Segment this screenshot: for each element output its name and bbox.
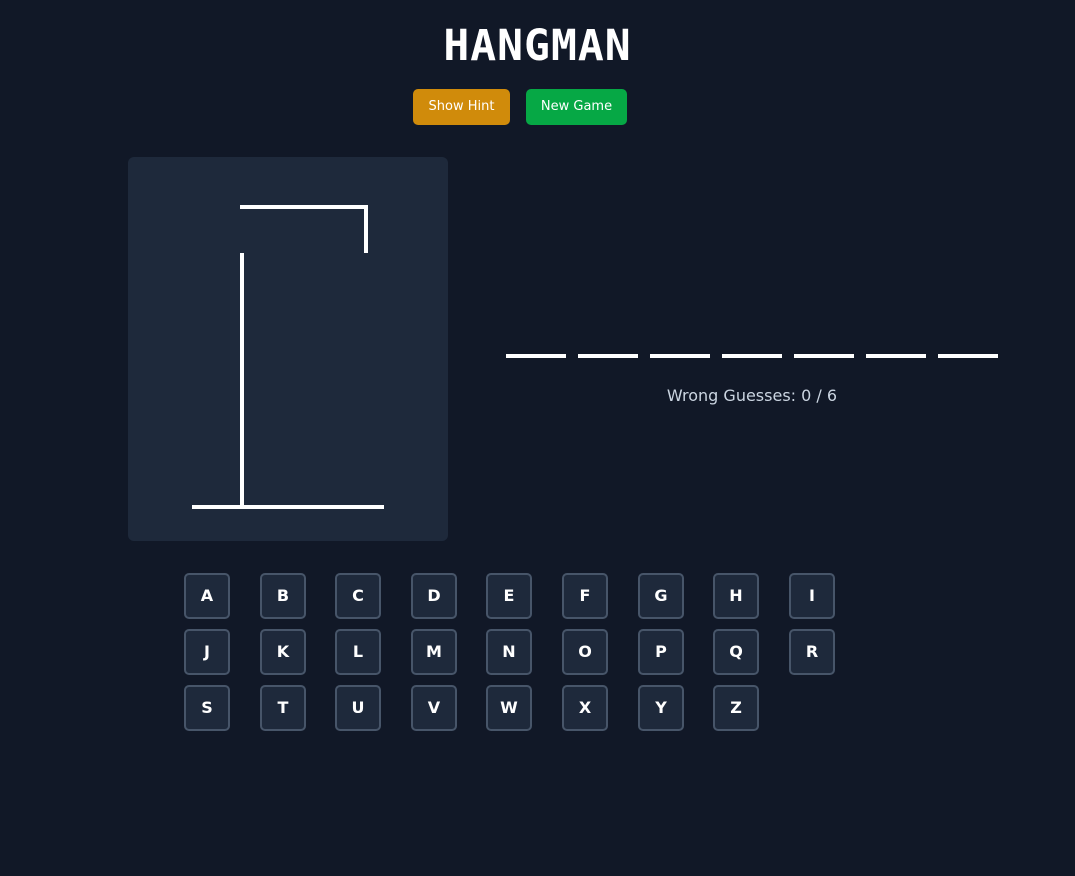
letter-blank [794,354,854,358]
gallows-panel [128,157,448,541]
key-f[interactable]: F [562,573,608,619]
show-hint-button[interactable]: Show Hint [413,89,510,125]
key-p[interactable]: P [638,629,684,675]
gallows-drawing [192,205,384,509]
key-s[interactable]: S [184,685,230,731]
key-q[interactable]: Q [713,629,759,675]
key-b[interactable]: B [260,573,306,619]
key-o[interactable]: O [562,629,608,675]
key-t[interactable]: T [260,685,306,731]
hangman-game: HANGMAN Show Hint New Game Wrong Guesses… [0,0,1075,876]
key-n[interactable]: N [486,629,532,675]
key-v[interactable]: V [411,685,457,731]
letter-blank [578,354,638,358]
key-z[interactable]: Z [713,685,759,731]
letter-blank [650,354,710,358]
key-w[interactable]: W [486,685,532,731]
key-k[interactable]: K [260,629,306,675]
key-i[interactable]: I [789,573,835,619]
key-c[interactable]: C [335,573,381,619]
letter-keyboard: ABCDEFGHI JKLMNOPQR STUVWXYZ [184,573,844,743]
letter-blank [938,354,998,358]
key-h[interactable]: H [713,573,759,619]
game-title: HANGMAN [443,21,632,71]
letter-blank [506,354,566,358]
letter-blank [722,354,782,358]
key-l[interactable]: L [335,629,381,675]
key-m[interactable]: M [411,629,457,675]
key-d[interactable]: D [411,573,457,619]
key-a[interactable]: A [184,573,230,619]
word-display [506,354,1006,358]
key-x[interactable]: X [562,685,608,731]
key-j[interactable]: J [184,629,230,675]
new-game-button[interactable]: New Game [526,89,627,125]
key-y[interactable]: Y [638,685,684,731]
key-e[interactable]: E [486,573,532,619]
letter-blank [866,354,926,358]
key-r[interactable]: R [789,629,835,675]
key-g[interactable]: G [638,573,684,619]
wrong-guesses-counter: Wrong Guesses: 0 / 6 [666,386,838,405]
key-u[interactable]: U [335,685,381,731]
